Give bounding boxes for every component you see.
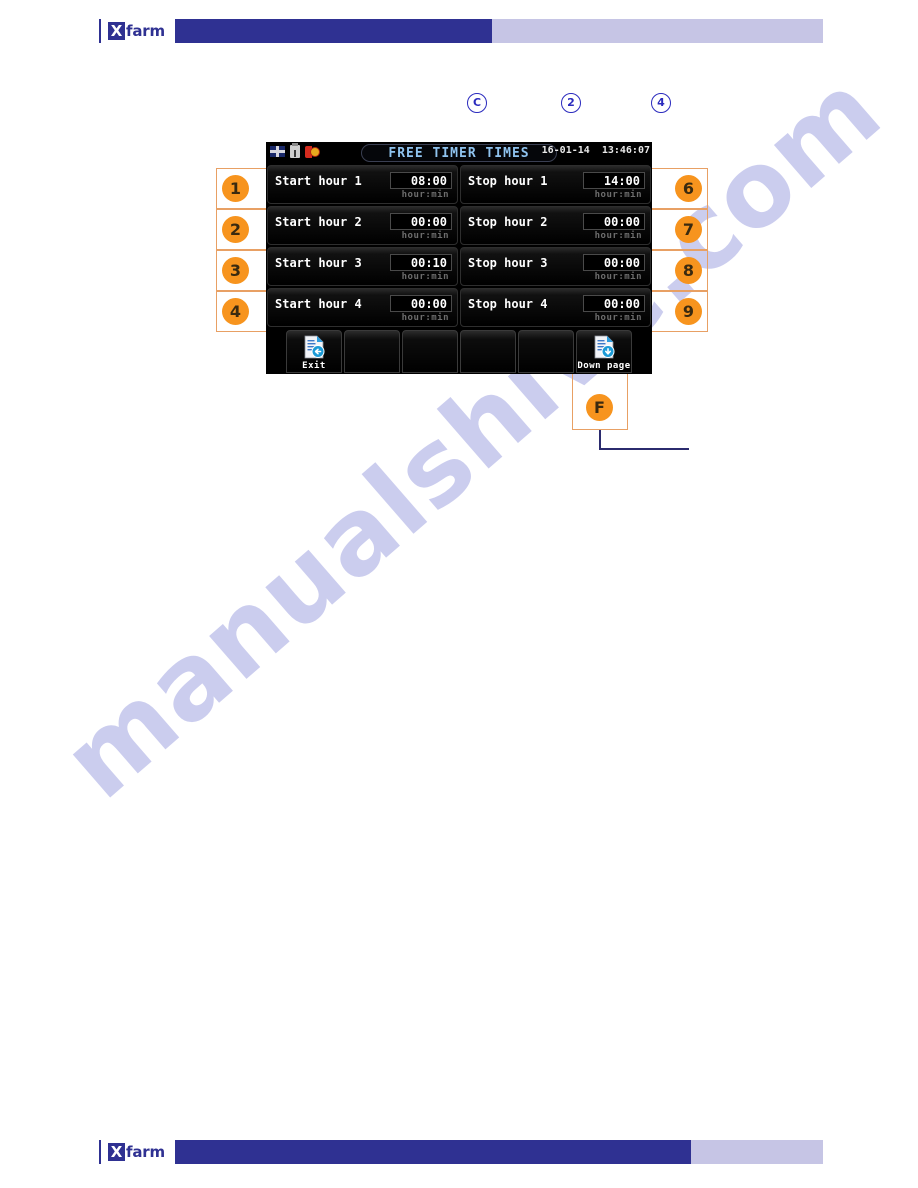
stop-hour-4-field[interactable]: Stop hour 4 00:00 hour:min xyxy=(460,288,651,327)
footer-dark-segment xyxy=(99,1140,691,1164)
leader-line-vertical xyxy=(599,430,601,450)
callout-badge-7: 7 xyxy=(675,216,702,243)
field-label: Start hour 3 xyxy=(275,256,362,270)
page-footer-bar: X farm xyxy=(99,1138,823,1166)
timer-rows-area: Start hour 1 08:00 hour:min Stop hour 1 … xyxy=(266,164,652,329)
header-logo: X farm xyxy=(101,17,175,45)
callout-badge-1: 1 xyxy=(222,175,249,202)
device-screen: FREE TIMER TIMES 16-01-14 13:46:07 Start… xyxy=(266,142,652,374)
callout-badge-2: 2 xyxy=(222,216,249,243)
field-label: Stop hour 4 xyxy=(468,297,548,311)
screen-datetime: 16-01-14 13:46:07 xyxy=(542,145,650,156)
logo-x-mark: X xyxy=(108,1143,125,1161)
field-unit: hour:min xyxy=(594,190,642,200)
status-icon-group xyxy=(270,143,320,158)
screen-title: FREE TIMER TIMES xyxy=(361,144,557,162)
screen-date: 16-01-14 xyxy=(541,145,590,156)
screen-time: 13:46:07 xyxy=(601,145,650,156)
footer-logo: X farm xyxy=(101,1138,175,1166)
toolbar-slot-3[interactable] xyxy=(402,330,458,373)
reference-marker-2: 2 xyxy=(561,93,581,113)
field-unit: hour:min xyxy=(401,190,449,200)
field-value[interactable]: 00:00 xyxy=(390,295,452,312)
field-unit: hour:min xyxy=(401,272,449,282)
start-hour-4-field[interactable]: Start hour 4 00:00 hour:min xyxy=(267,288,458,327)
start-hour-2-field[interactable]: Start hour 2 00:00 hour:min xyxy=(267,206,458,245)
logo-x-mark: X xyxy=(108,22,125,40)
field-unit: hour:min xyxy=(594,313,642,323)
callout-badge-9: 9 xyxy=(675,298,702,325)
field-label: Start hour 1 xyxy=(275,174,362,188)
start-hour-1-field[interactable]: Start hour 1 08:00 hour:min xyxy=(267,165,458,204)
field-unit: hour:min xyxy=(594,272,642,282)
stop-hour-2-field[interactable]: Stop hour 2 00:00 hour:min xyxy=(460,206,651,245)
field-value[interactable]: 08:00 xyxy=(390,172,452,189)
button-label: Exit xyxy=(302,361,326,371)
usb-drive-icon xyxy=(290,143,300,158)
field-label: Start hour 4 xyxy=(275,297,362,311)
field-unit: hour:min xyxy=(401,313,449,323)
field-value[interactable]: 00:10 xyxy=(390,254,452,271)
field-label: Stop hour 2 xyxy=(468,215,548,229)
field-value[interactable]: 00:00 xyxy=(390,213,452,230)
leader-line-horizontal xyxy=(599,448,689,450)
alarm-icon xyxy=(305,145,320,158)
reference-marker-c: C xyxy=(467,93,487,113)
document-back-arrow-icon xyxy=(302,335,326,359)
stop-hour-1-field[interactable]: Stop hour 1 14:00 hour:min xyxy=(460,165,651,204)
callout-badge-f: F xyxy=(586,394,613,421)
down-page-button[interactable]: Down page xyxy=(576,330,632,373)
exit-button[interactable]: Exit xyxy=(286,330,342,373)
footer-light-segment xyxy=(691,1140,823,1164)
timer-row: Start hour 4 00:00 hour:min Stop hour 4 … xyxy=(266,287,652,328)
field-label: Stop hour 3 xyxy=(468,256,548,270)
toolbar-slot-2[interactable] xyxy=(344,330,400,373)
logo-wordmark: farm xyxy=(126,1143,165,1161)
document-down-arrow-icon xyxy=(592,335,616,359)
field-value[interactable]: 00:00 xyxy=(583,254,645,271)
header-light-segment xyxy=(492,19,823,43)
timer-row: Start hour 1 08:00 hour:min Stop hour 1 … xyxy=(266,164,652,205)
device-toolbar: Exit Down page xyxy=(266,329,652,374)
toolbar-slot-5[interactable] xyxy=(518,330,574,373)
timer-row: Start hour 3 00:10 hour:min Stop hour 3 … xyxy=(266,246,652,287)
stop-hour-3-field[interactable]: Stop hour 3 00:00 hour:min xyxy=(460,247,651,286)
callout-badge-3: 3 xyxy=(222,257,249,284)
field-value[interactable]: 00:00 xyxy=(583,295,645,312)
callout-badge-6: 6 xyxy=(675,175,702,202)
field-label: Stop hour 1 xyxy=(468,174,548,188)
uk-flag-icon[interactable] xyxy=(270,146,285,157)
field-value[interactable]: 00:00 xyxy=(583,213,645,230)
callout-badge-4: 4 xyxy=(222,298,249,325)
timer-row: Start hour 2 00:00 hour:min Stop hour 2 … xyxy=(266,205,652,246)
reference-marker-4: 4 xyxy=(651,93,671,113)
field-label: Start hour 2 xyxy=(275,215,362,229)
toolbar-slot-4[interactable] xyxy=(460,330,516,373)
start-hour-3-field[interactable]: Start hour 3 00:10 hour:min xyxy=(267,247,458,286)
button-label: Down page xyxy=(577,361,631,371)
field-unit: hour:min xyxy=(594,231,642,241)
logo-wordmark: farm xyxy=(126,22,165,40)
field-unit: hour:min xyxy=(401,231,449,241)
field-value[interactable]: 14:00 xyxy=(583,172,645,189)
device-status-bar: FREE TIMER TIMES 16-01-14 13:46:07 xyxy=(266,142,652,164)
page-header-bar: X farm xyxy=(99,17,823,45)
callout-badge-8: 8 xyxy=(675,257,702,284)
